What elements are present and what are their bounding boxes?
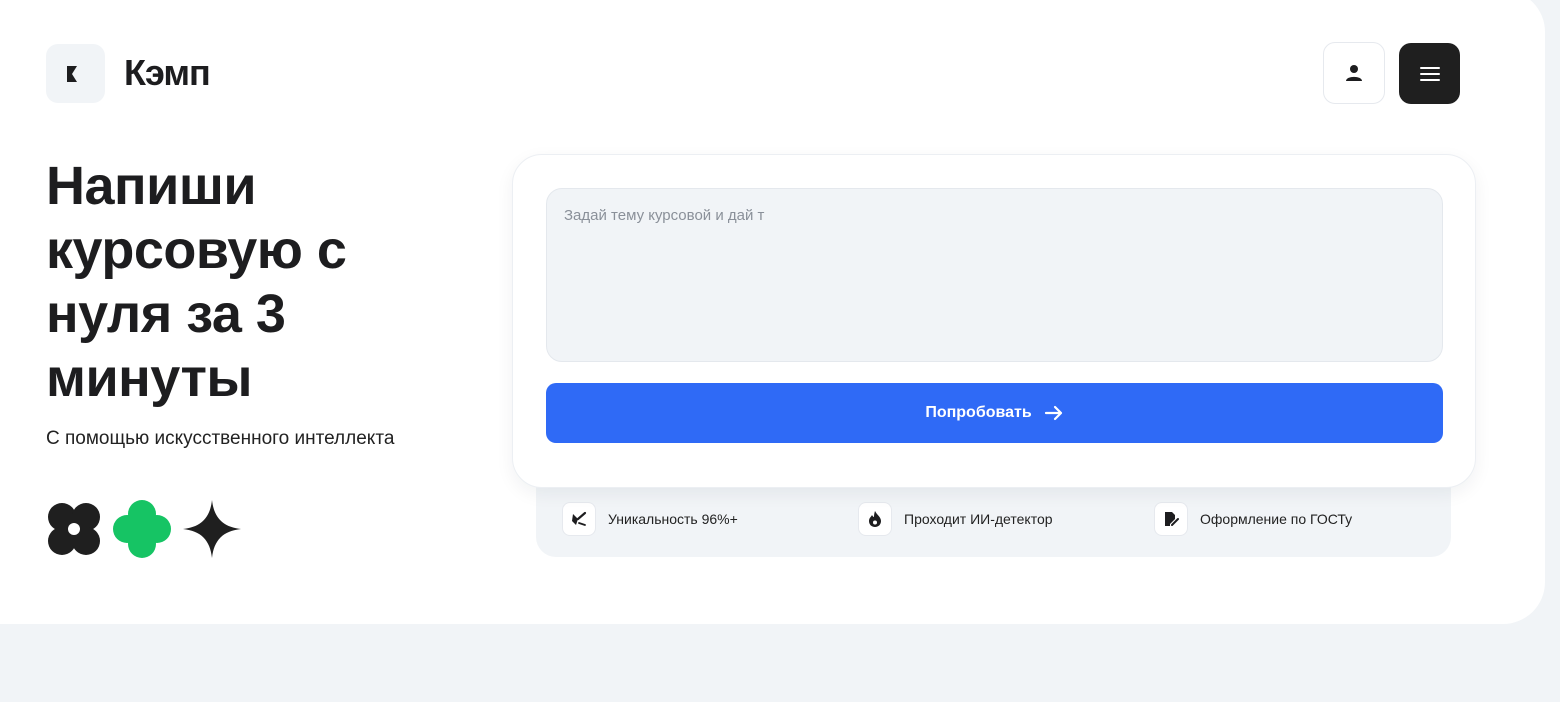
sparkle-icon (183, 500, 241, 558)
menu-button[interactable] (1399, 43, 1460, 104)
main-panel: Кэмп Напиши курсовую с нуля за 3 минуты … (0, 0, 1545, 624)
fire-icon (858, 502, 892, 536)
try-button[interactable]: Попробовать (546, 383, 1443, 443)
feature-label: Оформление по ГОСТу (1200, 511, 1353, 527)
logo[interactable] (46, 44, 105, 103)
feature-gost: Оформление по ГОСТу (1154, 502, 1352, 536)
decorative-shapes (45, 498, 243, 560)
feature-label: Уникальность 96%+ (608, 511, 738, 527)
user-button[interactable] (1323, 42, 1385, 104)
document-edit-icon (1154, 502, 1188, 536)
hero-title: Напиши курсовую с нуля за 3 минуты (46, 156, 347, 408)
feature-uniqueness: Уникальность 96%+ (562, 502, 738, 536)
brand-name: Кэмп (124, 52, 211, 93)
user-icon (1346, 65, 1362, 81)
flower-icon (48, 503, 100, 555)
broom-icon (562, 502, 596, 536)
feature-label: Проходит ИИ-детектор (904, 511, 1053, 527)
k-logo-icon (66, 65, 77, 82)
arrow-right-icon (1044, 405, 1062, 421)
clover-icon (113, 500, 171, 558)
try-button-label: Попробовать (925, 404, 1032, 421)
feature-ai-detector: Проходит ИИ-детектор (858, 502, 1053, 536)
hero-subtitle: С помощью искусственного интеллекта (46, 428, 395, 449)
hamburger-menu-icon (1419, 66, 1440, 81)
prompt-card: Задай тему курсовой и дай т Попробовать (512, 154, 1476, 488)
topic-input[interactable]: Задай тему курсовой и дай т (546, 188, 1443, 362)
